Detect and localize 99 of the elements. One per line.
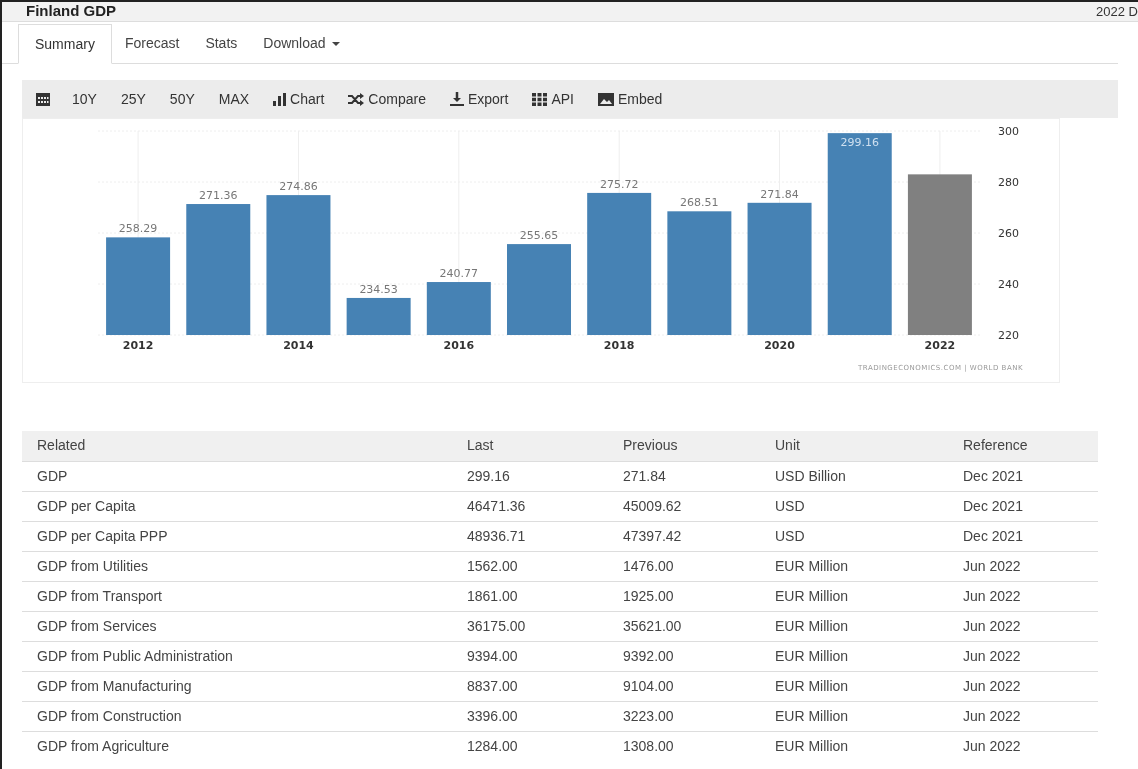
table-cell: Jun 2022 — [963, 731, 1098, 761]
column-header: Reference — [963, 431, 1098, 461]
x-axis-label: 2018 — [603, 339, 635, 352]
table-cell: Dec 2021 — [963, 521, 1098, 551]
x-axis-label: 2012 — [122, 339, 154, 352]
toolbar-button[interactable]: API — [522, 84, 584, 114]
table-cell: USD — [775, 521, 963, 551]
table-cell: 45009.62 — [623, 491, 775, 521]
table-cell: EUR Million — [775, 581, 963, 611]
column-header: Unit — [775, 431, 963, 461]
table-cell: 8837.00 — [467, 671, 623, 701]
table-cell: 1284.00 — [467, 731, 623, 761]
table-cell: EUR Million — [775, 701, 963, 731]
table-cell: 48936.71 — [467, 521, 623, 551]
image-icon — [598, 92, 614, 106]
y-axis-label: 280 — [998, 176, 1019, 189]
toolbar-button[interactable]: Export — [439, 84, 519, 114]
table-cell: Jun 2022 — [963, 671, 1098, 701]
table-cell: USD — [775, 491, 963, 521]
table-cell: Dec 2021 — [963, 461, 1098, 491]
bar-chart-icon — [273, 92, 287, 106]
table-cell: Jun 2022 — [963, 701, 1098, 731]
table-cell: 271.84 — [623, 461, 775, 491]
table-cell: GDP from Manufacturing — [22, 671, 467, 701]
toolbar-button[interactable]: Compare — [338, 84, 436, 114]
table-cell: 47397.42 — [623, 521, 775, 551]
data-label: 274.86 — [279, 180, 318, 194]
table-cell: GDP from Utilities — [22, 551, 467, 581]
calendar-icon — [36, 92, 50, 106]
tab[interactable]: Download — [250, 23, 353, 63]
data-label: 234.53 — [359, 282, 398, 296]
table-cell: EUR Million — [775, 671, 963, 701]
data-label: 275.72 — [599, 177, 639, 191]
table-cell: GDP from Services — [22, 611, 467, 641]
data-label: 255.65 — [519, 229, 559, 243]
data-label: 240.77 — [439, 267, 479, 281]
table-cell: Jun 2022 — [963, 641, 1098, 671]
toolbar-button[interactable]: 25Y — [110, 84, 156, 114]
table-cell: Jun 2022 — [963, 581, 1098, 611]
table-cell: Jun 2022 — [963, 611, 1098, 641]
table-cell: GDP per Capita PPP — [22, 521, 467, 551]
table-cell: GDP from Transport — [22, 581, 467, 611]
table-cell: 1861.00 — [467, 581, 623, 611]
table-cell: 36175.00 — [467, 611, 623, 641]
table-cell: GDP per Capita — [22, 491, 467, 521]
table-cell: GDP — [22, 461, 467, 491]
tab[interactable]: Forecast — [111, 23, 193, 63]
x-axis-label: 2014 — [283, 339, 314, 352]
y-axis-label: 240 — [998, 278, 1019, 291]
table-cell: 1925.00 — [623, 581, 775, 611]
table-cell: 3223.00 — [623, 701, 775, 731]
date-text: 2022 D — [1096, 2, 1138, 21]
table-cell: Dec 2021 — [963, 491, 1098, 521]
table-cell: 9104.00 — [623, 671, 775, 701]
table-cell: EUR Million — [775, 731, 963, 761]
toolbar-button[interactable]: 50Y — [159, 84, 205, 114]
table-cell: 1562.00 — [467, 551, 623, 581]
data-label: 271.84 — [760, 187, 799, 201]
column-header: Related — [22, 431, 467, 461]
table-cell: GDP from Construction — [22, 701, 467, 731]
table-cell: EUR Million — [775, 611, 963, 641]
x-axis-label: 2020 — [764, 339, 795, 352]
y-axis-label: 300 — [998, 125, 1019, 138]
download-icon — [449, 92, 464, 106]
data-label: 271.36 — [199, 189, 238, 203]
table-cell: 299.16 — [467, 461, 623, 491]
data-label: 268.51 — [680, 196, 719, 210]
table-cell: EUR Million — [775, 641, 963, 671]
x-axis-label: 2022 — [924, 339, 956, 352]
table-cell: 1308.00 — [623, 731, 775, 761]
page-title: Finland GDP — [26, 1, 116, 22]
shuffle-icon — [348, 92, 365, 106]
grid-icon — [532, 92, 548, 106]
table-cell: GDP from Public Administration — [22, 641, 467, 671]
table-cell: 9394.00 — [467, 641, 623, 671]
toolbar-button[interactable]: 10Y — [62, 84, 107, 114]
column-header: Previous — [623, 431, 775, 461]
x-axis-label: 2016 — [443, 339, 475, 352]
toolbar-button[interactable]: Chart — [263, 84, 335, 114]
toolbar-button[interactable]: Embed — [588, 84, 673, 114]
table-cell: 9392.00 — [623, 641, 775, 671]
table-cell: 35621.00 — [623, 611, 775, 641]
table-cell: 1476.00 — [623, 551, 775, 581]
table-cell: 3396.00 — [467, 701, 623, 731]
table-cell: Jun 2022 — [963, 551, 1098, 581]
y-axis-label: 220 — [998, 329, 1019, 342]
table-cell: GDP from Agriculture — [22, 731, 467, 761]
table-cell: 46471.36 — [467, 491, 623, 521]
tab[interactable]: Summary — [18, 24, 112, 64]
tab[interactable]: Stats — [192, 23, 251, 63]
data-label: 299.16 — [840, 136, 879, 150]
table-cell: USD Billion — [775, 461, 963, 491]
toolbar-button[interactable]: MAX — [208, 84, 260, 114]
bar — [426, 282, 491, 335]
column-header: Last — [467, 431, 623, 461]
table-cell: EUR Million — [775, 551, 963, 581]
y-axis-label: 260 — [998, 227, 1019, 240]
data-label: 258.29 — [118, 222, 158, 236]
bar — [346, 297, 411, 335]
